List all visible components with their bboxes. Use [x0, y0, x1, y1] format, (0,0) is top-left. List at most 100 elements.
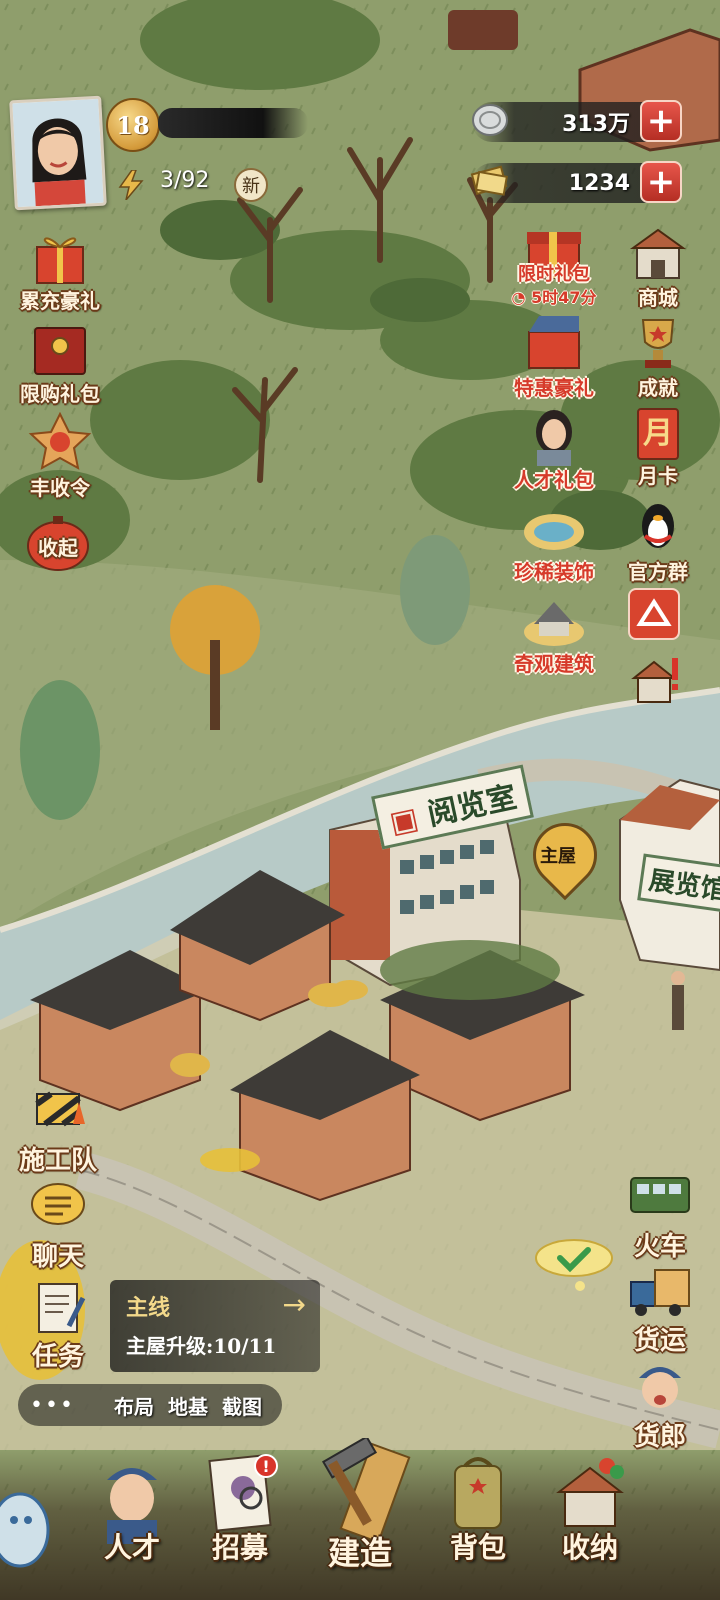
limited-gift-button[interactable]: 限时礼包 ◔ 5时47分	[506, 222, 602, 312]
recharge-gift-button[interactable]: 累充豪礼	[12, 225, 108, 315]
penguin-chat-icon	[642, 504, 674, 548]
achievement-label: 成就	[638, 376, 678, 400]
nav-build[interactable]: 建造	[300, 1435, 420, 1578]
nav-storage[interactable]: 收纳	[536, 1448, 644, 1588]
main-house-label: 主屋	[540, 846, 576, 867]
barrier-cone-icon	[35, 1091, 85, 1127]
clipboard-pen-icon	[38, 1283, 86, 1333]
wonder-building-label: 奇观建筑	[514, 652, 594, 676]
player-level-badge: 18	[106, 98, 160, 152]
game-stage: ▣ 阅览室 主屋 展览馆 18 3/92 新 313万 + 1234 + 累充豪…	[0, 0, 720, 1600]
temple-building-icon	[524, 602, 584, 646]
triangle-up-icon	[636, 598, 672, 626]
monthly-card-button[interactable]: 月 月卡	[610, 404, 706, 494]
limited-pack-label: 限购礼包	[20, 382, 100, 406]
timer-value: 5时47分	[531, 288, 597, 307]
open-gift-box-icon	[528, 316, 580, 369]
construction-team-label: 施工队	[18, 1146, 97, 1176]
ticket-amount: 1234	[568, 170, 630, 196]
task-complete-bubble[interactable]	[532, 1236, 618, 1296]
quick-links-bar: ••• 布局 地基 截图	[18, 1384, 282, 1426]
checkmark-icon	[535, 1239, 613, 1291]
speech-bubble-icon	[31, 1183, 85, 1225]
achievement-button[interactable]: 成就	[610, 312, 706, 402]
train-label: 火车	[633, 1232, 686, 1262]
spirit-mascot[interactable]	[0, 1480, 60, 1580]
player-avatar[interactable]	[9, 95, 107, 211]
main-quest-panel[interactable]: 主线 → 主屋升级:10/11	[110, 1280, 320, 1372]
peddler-face-icon	[639, 1367, 681, 1408]
limited-gift-timer: ◔ 5时47分	[511, 288, 597, 307]
alert-mark: !	[262, 1456, 270, 1476]
freight-button[interactable]: 货运	[612, 1260, 708, 1356]
book-icon: ▣	[386, 800, 422, 841]
nav-backpack[interactable]: 背包	[424, 1448, 532, 1588]
limited-pack-button[interactable]: 限购礼包	[12, 318, 108, 408]
gift-box-icon	[36, 237, 84, 284]
quest-description: 主屋升级:10/11	[126, 1334, 277, 1358]
silver-coin-icon	[472, 104, 508, 136]
task-label: 任务	[31, 1342, 84, 1372]
treasure-chest-icon	[34, 327, 86, 375]
task-button[interactable]: 任务	[10, 1276, 106, 1372]
truck-icon	[630, 1269, 690, 1316]
silver-amount: 313万	[562, 112, 630, 137]
building-alert-button[interactable]	[626, 652, 678, 704]
player-level: 18	[116, 110, 150, 140]
freight-label: 货运	[633, 1326, 686, 1356]
harvest-medal-icon	[28, 411, 92, 470]
trophy-icon	[641, 319, 675, 368]
special-gift-button[interactable]: 特惠豪礼	[506, 312, 602, 402]
harvest-order-button[interactable]: 丰收令	[12, 411, 108, 502]
harvest-order-label: 丰收令	[30, 476, 90, 500]
quest-title: 主线	[126, 1295, 171, 1321]
main-house-marker[interactable]: 主屋	[519, 809, 611, 901]
rare-decor-label: 珍稀装饰	[514, 560, 594, 584]
peddler-button[interactable]: 货郎	[612, 1356, 708, 1452]
new-badge-label: 新	[242, 176, 260, 197]
house-alert-icon	[631, 658, 678, 703]
mascot-icon	[0, 1492, 50, 1568]
wonder-building-button[interactable]: 奇观建筑	[506, 588, 602, 678]
collapse-arrow-button[interactable]	[628, 588, 680, 640]
new-badge[interactable]: 新	[234, 168, 268, 202]
limited-gift-label: 限时礼包	[518, 264, 590, 285]
collection-progress: 3/92	[160, 168, 210, 193]
add-ticket-button[interactable]: +	[640, 161, 682, 203]
plus-icon: +	[646, 162, 676, 202]
nav-talent[interactable]: 人才	[78, 1448, 186, 1588]
collapse-button[interactable]: 收起	[10, 512, 106, 602]
calendar-icon: 月	[623, 404, 693, 466]
official-group-button[interactable]: 官方群	[610, 496, 706, 586]
recruit-alert-badge: !	[254, 1454, 278, 1478]
collapse-label: 收起	[38, 536, 78, 560]
shop-stall-icon	[629, 228, 687, 279]
shop-button[interactable]: 商城	[610, 222, 706, 312]
chat-button[interactable]: 聊天	[10, 1176, 106, 1272]
portrait-woman-icon	[536, 410, 572, 466]
official-group-label: 官方群	[628, 560, 688, 584]
shop-label: 商城	[638, 286, 678, 310]
construction-team-button[interactable]: 施工队	[10, 1080, 106, 1176]
special-gift-label: 特惠豪礼	[514, 376, 594, 400]
screenshot-button[interactable]: 截图	[222, 1391, 262, 1420]
layout-button[interactable]: 布局	[114, 1391, 154, 1420]
train-button[interactable]: 火车	[612, 1166, 708, 1262]
add-silver-button[interactable]: +	[640, 100, 682, 142]
plus-icon: +	[646, 101, 676, 141]
exhibition-label: 展览馆	[646, 865, 720, 907]
chat-label: 聊天	[31, 1242, 84, 1272]
nav-recruit[interactable]: 招募 !	[186, 1448, 294, 1588]
rare-decor-button[interactable]: 珍稀装饰	[506, 496, 602, 586]
avatar-portrait-icon	[12, 98, 104, 208]
player-name-bar	[158, 108, 308, 138]
recharge-gift-label: 累充豪礼	[20, 289, 100, 313]
talent-pack-label: 人才礼包	[514, 468, 594, 492]
foundation-button[interactable]: 地基	[168, 1391, 208, 1420]
talent-pack-button[interactable]: 人才礼包	[506, 404, 602, 494]
more-options-button[interactable]: •••	[30, 1393, 100, 1418]
energy-icon	[118, 170, 144, 200]
arrow-right-icon: →	[282, 1288, 306, 1321]
garden-pond-icon	[524, 514, 584, 550]
ticket-stack-icon	[470, 165, 508, 196]
